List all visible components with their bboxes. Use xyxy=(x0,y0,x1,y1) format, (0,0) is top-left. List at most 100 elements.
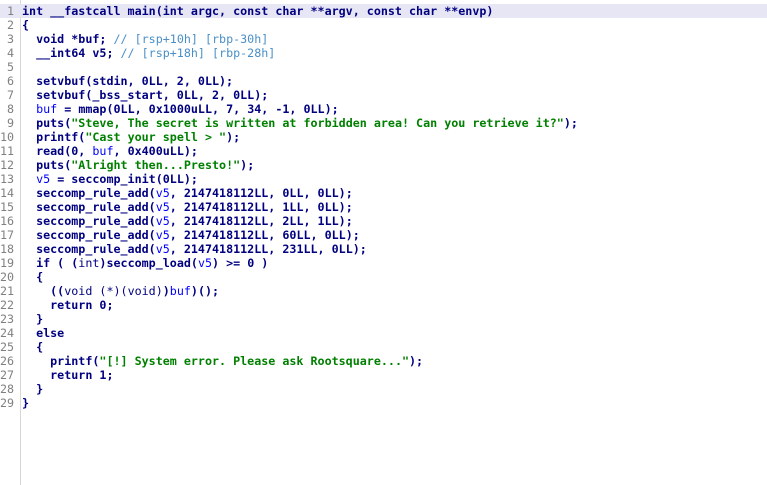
line-number: 22 xyxy=(0,298,15,312)
code-token-var[interactable]: v5 xyxy=(36,172,50,186)
code-token-str: "Alright then...Presto!" xyxy=(71,158,241,172)
code-token-plain: seccomp_rule_add( xyxy=(22,214,156,228)
code-line[interactable]: 13 v5 = seccomp_init(0LL); xyxy=(0,172,767,186)
code-line[interactable]: 6 setvbuf(stdin, 0LL, 2, 0LL); xyxy=(0,74,767,88)
code-line[interactable]: 22 return 0; xyxy=(0,298,767,312)
code-line[interactable]: 8 buf = mmap(0LL, 0x1000uLL, 7, 34, -1, … xyxy=(0,102,767,116)
line-number: 9 xyxy=(6,116,14,130)
line-text: { xyxy=(22,270,43,284)
code-line[interactable]: 1 int __fastcall main(int argc, const cha… xyxy=(0,4,767,18)
code-token-var[interactable]: v5 xyxy=(156,186,170,200)
code-line[interactable]: 25 { xyxy=(0,340,767,354)
code-line[interactable]: 7 setvbuf(_bss_start, 0LL, 2, 0LL); xyxy=(0,88,767,102)
code-line[interactable]: 29} xyxy=(0,396,767,410)
code-line[interactable]: 24 else xyxy=(0,326,767,340)
line-number: 2 xyxy=(6,18,14,32)
line-text: { xyxy=(22,18,29,32)
code-token-plain: seccomp_rule_add( xyxy=(22,242,156,256)
code-line[interactable]: 9 puts("Steve, The secret is written at … xyxy=(0,116,767,130)
code-line[interactable]: 4 __int64 v5; // [rsp+18h] [rbp-28h] xyxy=(0,46,767,60)
code-line[interactable]: 18 seccomp_rule_add(v5, 2147418112LL, 23… xyxy=(0,242,767,256)
code-token-plain: printf( xyxy=(22,130,86,144)
code-line[interactable]: 21 ((void (*)(void))buf)(); xyxy=(0,284,767,298)
code-token-var[interactable]: buf xyxy=(170,284,191,298)
code-line[interactable]: 17 seccomp_rule_add(v5, 2147418112LL, 60… xyxy=(0,228,767,242)
line-number: 3 xyxy=(6,32,14,46)
line-number: 27 xyxy=(0,368,15,382)
code-line[interactable]: 11 read(0, buf, 0x400uLL); xyxy=(0,144,767,158)
code-line[interactable]: 28 } xyxy=(0,382,767,396)
code-token-str: "Cast your spell > " xyxy=(85,130,227,144)
code-token-str: "[!] System error. Please ask Rootsquare… xyxy=(99,354,410,368)
line-number: 11 xyxy=(0,144,15,158)
code-line[interactable]: 26 printf("[!] System error. Please ask … xyxy=(0,354,767,368)
code-token-var[interactable]: buf xyxy=(92,144,113,158)
line-text: v5 = seccomp_init(0LL); xyxy=(22,172,198,186)
line-number: 21 xyxy=(0,284,15,298)
line-number: 7 xyxy=(6,88,14,102)
code-token-plain: seccomp_rule_add( xyxy=(22,200,156,214)
line-number: 14 xyxy=(0,186,15,200)
code-line[interactable]: 19 if ( (int)seccomp_load(v5) >= 0 ) xyxy=(0,256,767,270)
line-number: 20 xyxy=(0,270,15,284)
line-text: setvbuf(_bss_start, 0LL, 2, 0LL); xyxy=(22,88,268,102)
code-token-var[interactable]: v5 xyxy=(198,256,212,270)
code-token-plain: { xyxy=(22,18,30,32)
line-number: 15 xyxy=(0,200,15,214)
line-text: buf = mmap(0LL, 0x1000uLL, 7, 34, -1, 0L… xyxy=(22,102,339,116)
line-number: 6 xyxy=(6,74,14,88)
code-line[interactable]: 3 void *buf; // [rsp+10h] [rbp-30h] xyxy=(0,32,767,46)
line-text: int __fastcall main(int argc, const char… xyxy=(22,4,493,18)
code-token-plain: __int64 v5; xyxy=(22,46,121,60)
code-line[interactable]: 16 seccomp_rule_add(v5, 2147418112LL, 2L… xyxy=(0,214,767,228)
line-text: } xyxy=(22,396,29,410)
code-token-plain: , 2147418112LL, 0LL, 0LL); xyxy=(169,186,353,200)
code-token-plain: } xyxy=(22,382,44,396)
code-line[interactable]: 5 xyxy=(0,60,767,74)
code-line[interactable]: 20 { xyxy=(0,270,767,284)
code-line[interactable]: 2{ xyxy=(0,18,767,32)
code-token-var[interactable]: v5 xyxy=(156,242,170,256)
code-token-plain: ); xyxy=(563,116,578,130)
code-token-plain: ); xyxy=(409,354,424,368)
code-token-plain: , 2147418112LL, 1LL, 0LL); xyxy=(169,200,353,214)
line-text: printf("Cast your spell > "); xyxy=(22,130,240,144)
line-text: } xyxy=(22,382,43,396)
code-token-var[interactable]: buf xyxy=(36,102,57,116)
code-token-plain: return 1; xyxy=(22,368,114,382)
code-token-var[interactable]: v5 xyxy=(156,228,170,242)
code-token-plain: void *buf; xyxy=(22,32,114,46)
code-token-var[interactable]: v5 xyxy=(156,214,170,228)
code-line[interactable]: 23 } xyxy=(0,312,767,326)
line-text: ((void (*)(void))buf)(); xyxy=(22,284,219,298)
line-number: 19 xyxy=(0,256,15,270)
line-number: 23 xyxy=(0,312,15,326)
line-number: 18 xyxy=(0,242,15,256)
code-token-plain: ) >= 0 ) xyxy=(212,256,269,270)
code-token-plain: (( xyxy=(22,284,65,298)
line-text: printf("[!] System error. Please ask Roo… xyxy=(22,354,423,368)
code-token-var[interactable]: v5 xyxy=(156,200,170,214)
code-token-plain: ); xyxy=(226,130,241,144)
line-number: 25 xyxy=(0,340,15,354)
code-token-plain: , 2147418112LL, 60LL, 0LL); xyxy=(169,228,360,242)
code-token-plain: setvbuf(stdin, 0LL, 2, 0LL); xyxy=(22,74,234,88)
code-token-plain: , 0x400uLL); xyxy=(113,144,198,158)
code-line[interactable]: 12 puts("Alright then...Presto!"); xyxy=(0,158,767,172)
line-number: 16 xyxy=(0,214,15,228)
code-line[interactable]: 15 seccomp_rule_add(v5, 2147418112LL, 1L… xyxy=(0,200,767,214)
pseudocode-editor[interactable]: 1 int __fastcall main(int argc, const cha… xyxy=(0,0,767,485)
code-area[interactable]: 1 int __fastcall main(int argc, const cha… xyxy=(0,4,767,410)
code-token-plain: if ( ( xyxy=(22,256,79,270)
code-line[interactable]: 27 return 1; xyxy=(0,368,767,382)
code-line[interactable]: 10 printf("Cast your spell > "); xyxy=(0,130,767,144)
code-token-plain: = mmap(0LL, 0x1000uLL, 7, 34, -1, 0LL); xyxy=(57,102,339,116)
code-line[interactable]: 14 seccomp_rule_add(v5, 2147418112LL, 0L… xyxy=(0,186,767,200)
line-number: 29 xyxy=(0,396,15,410)
line-text: seccomp_rule_add(v5, 2147418112LL, 60LL,… xyxy=(22,228,360,242)
code-token-plain: seccomp_rule_add( xyxy=(22,228,156,242)
line-text: setvbuf(stdin, 0LL, 2, 0LL); xyxy=(22,74,233,88)
code-token-plain: = seccomp_init(0LL); xyxy=(50,172,198,186)
